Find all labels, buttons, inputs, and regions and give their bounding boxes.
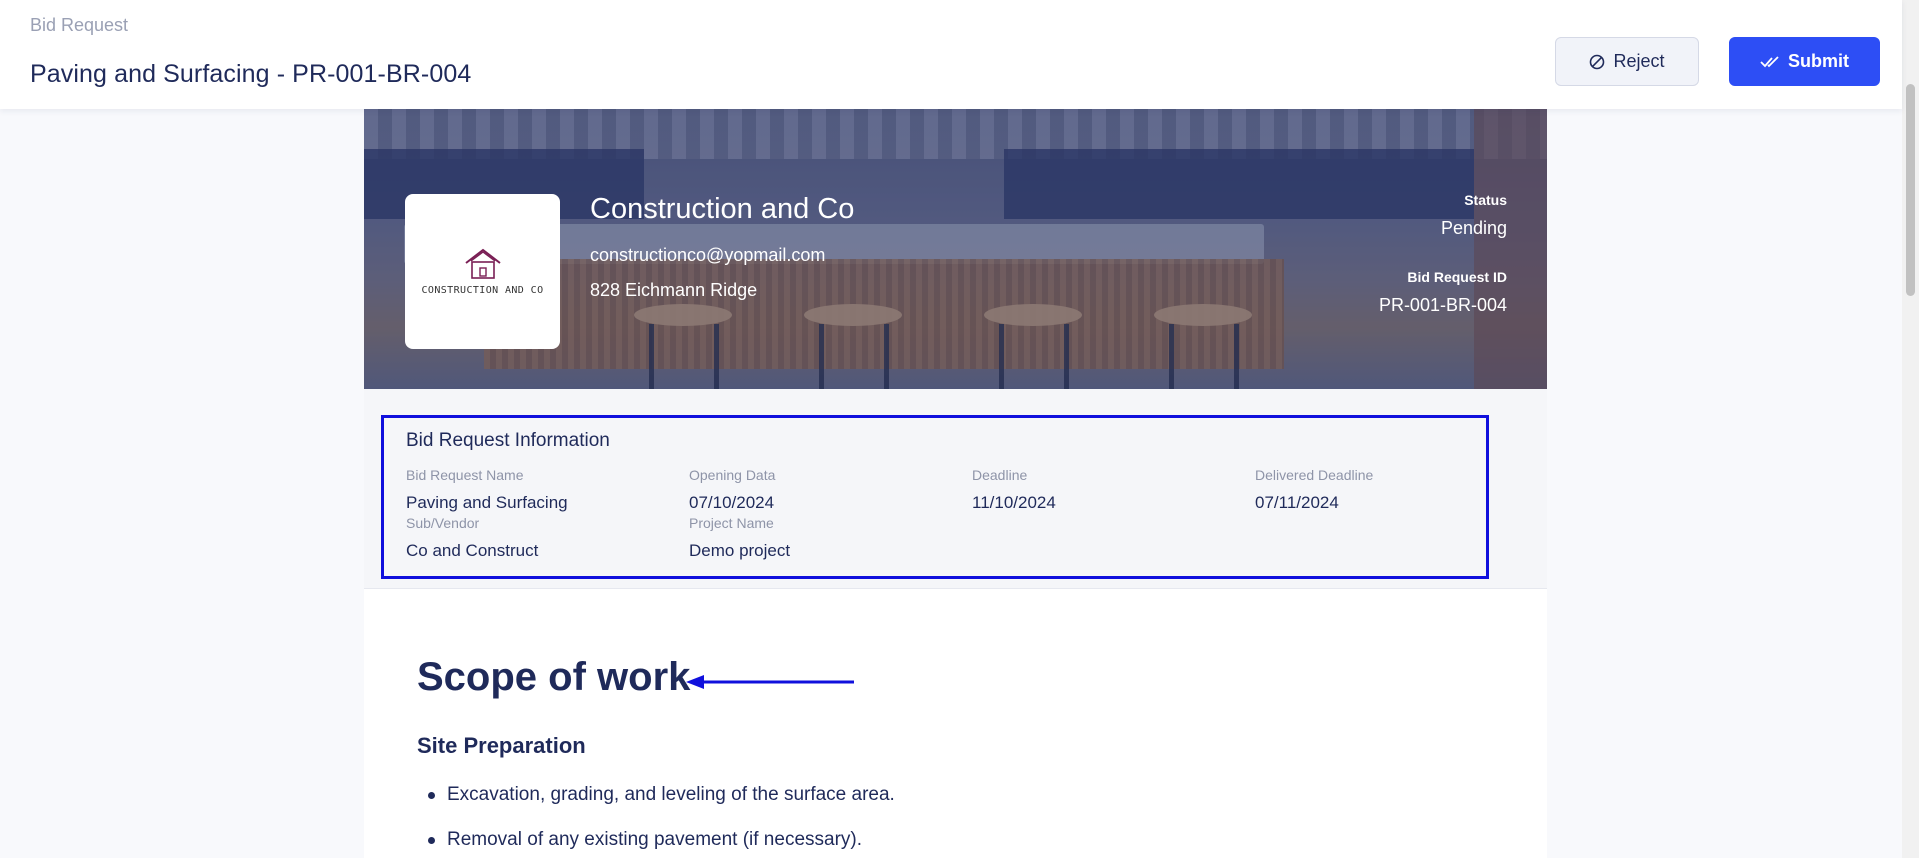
house-icon (464, 248, 501, 279)
list-item: Excavation, grading, and leveling of the… (417, 772, 895, 817)
field-value: Demo project (689, 541, 791, 560)
field-value: Paving and Surfacing (406, 493, 568, 512)
vertical-scrollbar[interactable] (1902, 0, 1919, 858)
field-label: Opening Data (689, 467, 776, 483)
double-check-icon (1760, 55, 1780, 69)
field-value: 07/11/2024 (1255, 493, 1339, 512)
reject-button-label: Reject (1613, 51, 1665, 71)
bid-request-id-label: Bid Request ID (1407, 269, 1507, 285)
company-logo: CONSTRUCTION AND CO (405, 194, 560, 349)
company-address: 828 Eichmann Ridge (590, 280, 758, 300)
scope-of-work-heading: Scope of work (417, 655, 691, 699)
submit-button[interactable]: Submit (1729, 37, 1880, 86)
field-label: Deadline (972, 467, 1028, 483)
info-title: Bid Request Information (406, 430, 610, 451)
site-preparation-heading: Site Preparation (417, 733, 586, 758)
company-banner: CONSTRUCTION AND CO Construction and Co … (364, 109, 1547, 389)
reject-button[interactable]: Reject (1555, 37, 1699, 86)
ban-icon (1589, 54, 1605, 70)
status-value: Pending (1440, 218, 1507, 238)
bid-request-info-section: Bid Request Information Bid Request Name… (364, 389, 1547, 589)
company-name: Construction and Co (590, 193, 855, 225)
scrollbar-thumb[interactable] (1906, 84, 1915, 296)
field-value: 11/10/2024 (972, 493, 1056, 512)
page-title: Paving and Surfacing - PR-001-BR-004 (30, 60, 472, 88)
field-label: Project Name (689, 515, 774, 531)
breadcrumb[interactable]: Bid Request (30, 15, 128, 36)
arrow-left-icon (686, 675, 854, 689)
submit-button-label: Submit (1788, 51, 1849, 71)
status-label: Status (1464, 192, 1507, 208)
list-item: Removal of any existing pavement (if nec… (417, 817, 895, 858)
field-label: Bid Request Name (406, 467, 524, 483)
field-label: Delivered Deadline (1255, 467, 1374, 483)
field-label: Sub/Vendor (406, 515, 480, 531)
scope-list: Excavation, grading, and leveling of the… (417, 772, 895, 858)
bid-request-info-box: Bid Request Information Bid Request Name… (381, 415, 1489, 579)
company-email[interactable]: constructionco@yopmail.com (590, 245, 825, 266)
bid-request-id-value: PR-001-BR-004 (1378, 295, 1507, 315)
field-value: 07/10/2024 (689, 493, 775, 512)
page-header: Bid Request Paving and Surfacing - PR-00… (0, 0, 1902, 109)
logo-text: CONSTRUCTION AND CO (421, 285, 544, 296)
field-value: Co and Construct (406, 541, 539, 560)
